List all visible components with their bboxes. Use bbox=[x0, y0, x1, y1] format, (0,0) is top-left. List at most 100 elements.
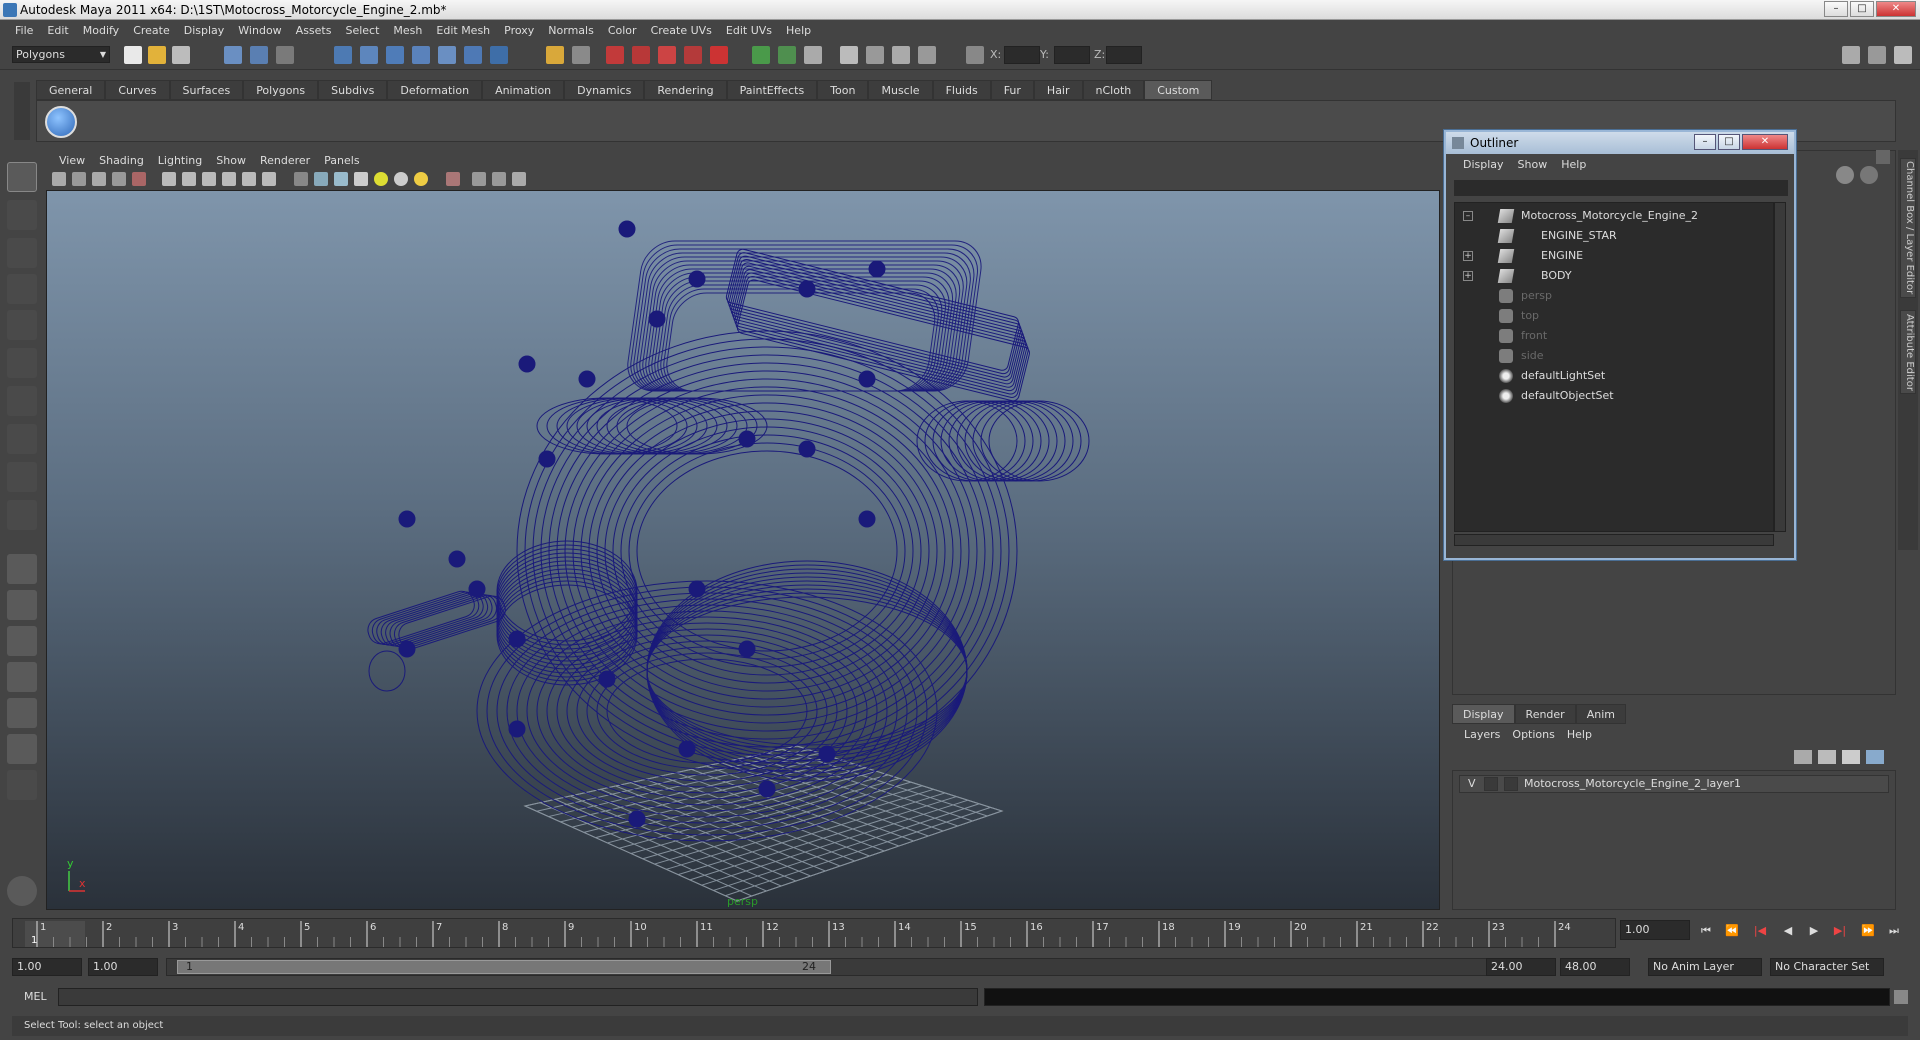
character-set-dropdown[interactable]: No Character Set bbox=[1770, 958, 1884, 976]
script-language-toggle[interactable]: MEL bbox=[24, 990, 47, 1003]
show-manipulator-icon[interactable] bbox=[7, 462, 37, 492]
playback-start-time-field[interactable]: 1.00 bbox=[88, 958, 158, 976]
outliner-item[interactable]: defaultObjectSet bbox=[1455, 387, 1765, 405]
shelf-tab-rendering[interactable]: Rendering bbox=[644, 80, 727, 100]
snap-grid-icon[interactable] bbox=[334, 46, 352, 64]
shelf-tab-painteffects[interactable]: PaintEffects bbox=[726, 80, 818, 100]
shelf-tab-subdivs[interactable]: Subdivs bbox=[318, 80, 388, 100]
quick-help-icon[interactable] bbox=[7, 876, 37, 906]
menu-help[interactable]: Help bbox=[779, 24, 818, 37]
persp-graph-layout-icon[interactable] bbox=[7, 662, 37, 692]
lasso-tool-icon[interactable] bbox=[7, 200, 37, 230]
use-all-lights-icon[interactable] bbox=[374, 172, 388, 186]
shelf-tab-fluids[interactable]: Fluids bbox=[932, 80, 991, 100]
step-forward-frame-icon[interactable]: ▶| bbox=[1832, 924, 1848, 938]
layer-color-swatch[interactable] bbox=[1504, 777, 1518, 791]
expand-icon[interactable]: + bbox=[1463, 271, 1473, 281]
snap-point-icon[interactable] bbox=[386, 46, 404, 64]
shelf-tab-animation[interactable]: Animation bbox=[482, 80, 565, 100]
outliner-minimize-button[interactable]: – bbox=[1694, 134, 1716, 150]
hypershade-layout-icon[interactable] bbox=[7, 698, 37, 728]
grid-toggle-icon[interactable] bbox=[162, 172, 176, 186]
layer-tab-display[interactable]: Display bbox=[1452, 704, 1515, 724]
menu-edit-uvs[interactable]: Edit UVs bbox=[719, 24, 779, 37]
menu-mesh[interactable]: Mesh bbox=[386, 24, 429, 37]
shelf-tab-general[interactable]: General bbox=[36, 80, 106, 100]
last-tool-icon[interactable] bbox=[7, 500, 37, 530]
resolution-gate-icon[interactable] bbox=[202, 172, 216, 186]
channel-box-icon[interactable] bbox=[804, 46, 822, 64]
layer-row[interactable]: V Motocross_Motorcycle_Engine_2_layer1 bbox=[1459, 775, 1889, 793]
ipr-render-icon[interactable] bbox=[632, 46, 650, 64]
shelf-tab-muscle[interactable]: Muscle bbox=[868, 80, 933, 100]
transform-mode-icon[interactable] bbox=[918, 46, 936, 64]
play-backwards-icon[interactable]: ◀ bbox=[1780, 924, 1796, 938]
animation-start-time-field[interactable]: 1.00 bbox=[12, 958, 82, 976]
wireframe-shading-icon[interactable] bbox=[294, 172, 308, 186]
render-settings-icon[interactable] bbox=[658, 46, 676, 64]
menu-proxy[interactable]: Proxy bbox=[497, 24, 541, 37]
high-quality-icon[interactable] bbox=[414, 172, 428, 186]
new-layer-icon[interactable] bbox=[1794, 750, 1812, 764]
menu-normals[interactable]: Normals bbox=[541, 24, 601, 37]
select-component-icon[interactable] bbox=[276, 46, 294, 64]
wireframe-on-shaded-icon[interactable] bbox=[334, 172, 348, 186]
perspective-viewport[interactable]: y x persp bbox=[46, 190, 1440, 910]
hypershade-icon[interactable] bbox=[684, 46, 702, 64]
layer-menu-help[interactable]: Help bbox=[1561, 728, 1598, 741]
shelf-tab-curves[interactable]: Curves bbox=[105, 80, 170, 100]
film-gate-icon[interactable] bbox=[182, 172, 196, 186]
range-slider-handle[interactable]: 1 24 bbox=[177, 960, 831, 974]
save-scene-icon[interactable] bbox=[172, 46, 190, 64]
shelf-menu-handle[interactable] bbox=[14, 82, 30, 140]
menu-assets[interactable]: Assets bbox=[289, 24, 339, 37]
field-chart-icon[interactable] bbox=[242, 172, 256, 186]
outliner-menu-help[interactable]: Help bbox=[1554, 158, 1593, 171]
outliner-maximize-button[interactable]: □ bbox=[1718, 134, 1740, 150]
menu-display[interactable]: Display bbox=[177, 24, 232, 37]
toggle-tool-settings-icon[interactable] bbox=[1868, 46, 1886, 64]
outliner-menu-display[interactable]: Display bbox=[1456, 158, 1511, 171]
command-input[interactable] bbox=[58, 988, 978, 1006]
play-forwards-icon[interactable]: ▶ bbox=[1806, 924, 1822, 938]
select-object-icon[interactable] bbox=[250, 46, 268, 64]
panel-menu-show[interactable]: Show bbox=[209, 154, 253, 167]
xray-components-icon[interactable] bbox=[512, 172, 526, 186]
outliner-item[interactable]: persp bbox=[1455, 287, 1765, 305]
camera-select-icon[interactable] bbox=[52, 172, 66, 186]
shelf-tab-surfaces[interactable]: Surfaces bbox=[169, 80, 244, 100]
lock-icon[interactable] bbox=[546, 46, 564, 64]
outliner-filter-field[interactable] bbox=[1454, 180, 1788, 196]
scale-tool-icon[interactable] bbox=[7, 348, 37, 378]
panel-menu-shading[interactable]: Shading bbox=[92, 154, 151, 167]
four-pane-layout-icon[interactable] bbox=[7, 590, 37, 620]
expand-icon[interactable]: + bbox=[1463, 251, 1473, 261]
outliner-item[interactable]: – Motocross_Motorcycle_Engine_2 bbox=[1455, 207, 1765, 225]
smooth-shading-icon[interactable] bbox=[314, 172, 328, 186]
shelf-tab-custom[interactable]: Custom bbox=[1144, 80, 1213, 100]
layer-menu-layers[interactable]: Layers bbox=[1458, 728, 1506, 741]
z-field[interactable] bbox=[1106, 46, 1142, 64]
attribute-editor-icon[interactable] bbox=[840, 46, 858, 64]
bookmark-icon[interactable] bbox=[92, 172, 106, 186]
layer-visibility-toggle[interactable]: V bbox=[1468, 776, 1476, 792]
pin-icon[interactable] bbox=[1860, 166, 1878, 184]
rotate-tool-icon[interactable] bbox=[7, 310, 37, 340]
shelf-tab-dynamics[interactable]: Dynamics bbox=[564, 80, 645, 100]
y-field[interactable] bbox=[1054, 46, 1090, 64]
outliner-horizontal-scrollbar[interactable] bbox=[1454, 534, 1774, 546]
checkmark-shelf-icon[interactable] bbox=[45, 106, 77, 138]
menu-file[interactable]: File bbox=[8, 24, 40, 37]
outliner-item[interactable]: + BODY bbox=[1455, 267, 1765, 285]
soft-mod-tool-icon[interactable] bbox=[7, 424, 37, 454]
collapse-icon[interactable]: – bbox=[1463, 211, 1473, 221]
isolate-select-icon[interactable] bbox=[446, 172, 460, 186]
go-to-start-icon[interactable]: ⏮ bbox=[1698, 924, 1714, 938]
tab-channel-box-layer-editor[interactable]: Channel Box / Layer Editor bbox=[1900, 158, 1916, 298]
shelf-tab-fur[interactable]: Fur bbox=[990, 80, 1034, 100]
step-forward-key-icon[interactable]: ⏩ bbox=[1860, 924, 1876, 938]
help-icon[interactable] bbox=[490, 46, 508, 64]
safe-action-icon[interactable] bbox=[262, 172, 276, 186]
render-region-icon[interactable] bbox=[572, 46, 590, 64]
render-current-icon[interactable] bbox=[606, 46, 624, 64]
